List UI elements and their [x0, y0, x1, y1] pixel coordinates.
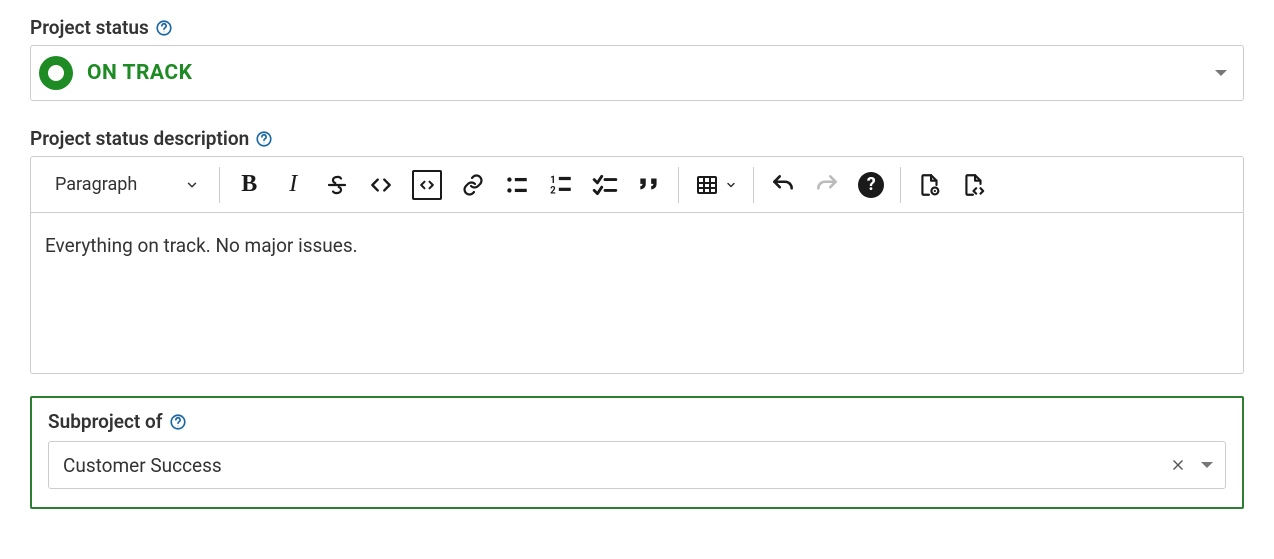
- chevron-down-icon: [1201, 462, 1213, 468]
- help-icon[interactable]: [155, 19, 173, 37]
- table-button[interactable]: [695, 173, 737, 197]
- subproject-of-label-text: Subproject of: [48, 412, 163, 431]
- paragraph-format-select[interactable]: Paragraph: [55, 174, 203, 195]
- clear-button[interactable]: [1169, 456, 1187, 474]
- project-status-select[interactable]: ON TRACK: [30, 45, 1244, 101]
- strikethrough-button[interactable]: [324, 172, 350, 198]
- undo-button[interactable]: [770, 172, 796, 198]
- rich-text-editor: Paragraph B I: [30, 156, 1244, 374]
- project-status-description-label: Project status description: [30, 129, 1244, 148]
- editor-content[interactable]: Everything on track. No major issues.: [31, 213, 1243, 373]
- numbered-list-button[interactable]: 12: [548, 172, 574, 198]
- editor-help-button[interactable]: ?: [858, 172, 884, 198]
- code-block-button[interactable]: [412, 170, 442, 200]
- chevron-down-icon: [185, 178, 199, 192]
- status-value: ON TRACK: [87, 61, 192, 85]
- source-code-button[interactable]: [961, 172, 987, 198]
- link-button[interactable]: [460, 172, 486, 198]
- editor-toolbar: Paragraph B I: [31, 157, 1243, 213]
- paragraph-format-label: Paragraph: [55, 174, 137, 195]
- inline-code-button[interactable]: [368, 172, 394, 198]
- project-status-label: Project status: [30, 18, 1244, 37]
- svg-text:1: 1: [550, 174, 556, 185]
- help-icon[interactable]: [169, 413, 187, 431]
- project-status-label-text: Project status: [30, 18, 149, 37]
- subproject-value: Customer Success: [63, 454, 222, 477]
- project-status-description-label-text: Project status description: [30, 129, 249, 148]
- redo-button[interactable]: [814, 172, 840, 198]
- italic-button[interactable]: I: [280, 172, 306, 198]
- help-icon[interactable]: [255, 130, 273, 148]
- blockquote-button[interactable]: [636, 172, 662, 198]
- subproject-of-label: Subproject of: [48, 412, 1226, 431]
- subproject-section: Subproject of Customer Success: [30, 396, 1244, 509]
- chevron-down-icon: [725, 179, 737, 191]
- task-list-button[interactable]: [592, 172, 618, 198]
- svg-text:2: 2: [550, 185, 556, 196]
- bullet-list-button[interactable]: [504, 172, 530, 198]
- status-indicator-icon: [39, 56, 73, 90]
- bold-button[interactable]: B: [236, 172, 262, 198]
- preview-button[interactable]: [917, 172, 943, 198]
- chevron-down-icon: [1215, 70, 1227, 76]
- subproject-select[interactable]: Customer Success: [48, 441, 1226, 489]
